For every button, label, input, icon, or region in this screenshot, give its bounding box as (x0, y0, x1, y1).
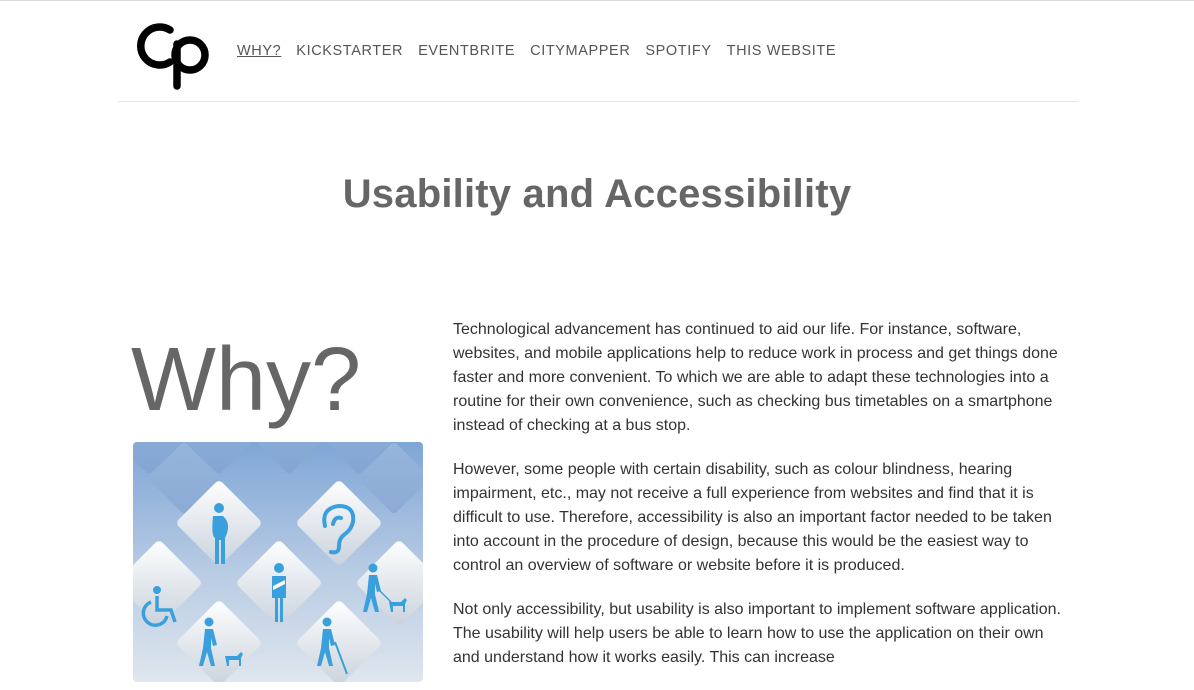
paragraph-1: Technological advancement has continued … (453, 321, 1058, 434)
page-title: Usability and Accessibility (342, 172, 852, 216)
cp-logo-icon (137, 23, 209, 90)
paragraph-2: However, some people with certain disabi… (453, 461, 1052, 574)
logo-link[interactable]: Cp (134, 16, 214, 92)
nav-link-citymapper[interactable]: CITYMAPPER (530, 43, 630, 59)
section-heading: Why? (131, 330, 362, 430)
nav-link-spotify[interactable]: SPOTIFY (645, 43, 711, 59)
nav-link-kickstarter[interactable]: KICKSTARTER (296, 43, 403, 59)
main-nav: WHY? KICKSTARTER EVENTBRITE CITYMAPPER S… (237, 43, 851, 59)
paragraph-3: Not only accessibility, but usability is… (453, 601, 1061, 666)
intro-text-column: Technological advancement has continued … (453, 318, 1068, 690)
nav-link-this-website[interactable]: THIS WEBSITE (727, 43, 837, 59)
site-header: Cp WHY? KICKSTARTER EVENTBRITE CITYMAPPE… (118, 0, 1078, 102)
accessibility-illustration (133, 442, 423, 682)
nav-link-why[interactable]: WHY? (237, 43, 281, 59)
nav-link-eventbrite[interactable]: EVENTBRITE (418, 43, 515, 59)
